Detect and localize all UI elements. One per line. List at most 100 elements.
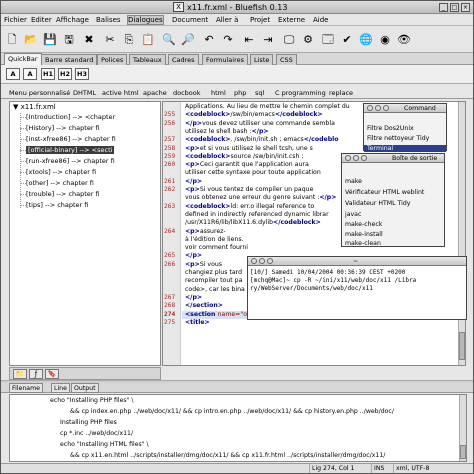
menu-affichage[interactable]: Affichage <box>56 16 89 24</box>
tab-polices[interactable]: Polices <box>97 54 128 65</box>
paste-icon[interactable]: 📋 <box>140 32 156 48</box>
tree-node-inst-xfree86[interactable]: [inst-xfree86] --> chapter fi <box>26 135 116 143</box>
h3-button[interactable]: H3 <box>75 68 89 80</box>
maximize-icon[interactable]: □ <box>450 3 459 12</box>
menu-item-tidy-validator[interactable]: Validateur HTML Tidy <box>345 200 410 207</box>
menu-fichier[interactable]: Fichier <box>4 16 27 24</box>
menu-apache[interactable]: apache <box>143 89 167 97</box>
check-icon[interactable]: ✔ <box>339 32 355 48</box>
tab-css[interactable]: CSS <box>276 54 297 65</box>
eye-icon[interactable]: 👁 <box>396 32 412 48</box>
view-icon[interactable]: 🗔 <box>320 32 336 48</box>
open-file-icon[interactable]: 📂 <box>23 32 39 48</box>
unindent-icon[interactable]: ⇤ <box>241 32 257 48</box>
menu-item-javac[interactable]: javac <box>345 211 361 218</box>
output-box-titlebar[interactable]: Boîte de sortie <box>342 154 444 163</box>
popup-dot-icon[interactable] <box>361 155 367 161</box>
menu-editer[interactable]: Editer <box>31 16 52 24</box>
menu-item-weblint[interactable]: Vérificateur HTML weblint <box>345 189 424 196</box>
menu-dialogues[interactable]: Dialogues <box>127 15 164 25</box>
popup-dot-icon[interactable] <box>353 155 359 161</box>
indent-icon[interactable]: ⇥ <box>260 32 276 48</box>
output-scroll-thumb[interactable] <box>460 445 466 459</box>
menu-personnalise[interactable]: Menu personnalisé <box>9 89 70 97</box>
tree-node-xtools[interactable]: [xtools] --> chapter fi <box>26 168 96 176</box>
cut-icon[interactable]: ✂ <box>102 32 118 48</box>
editor-scroll-thumb[interactable] <box>459 332 465 360</box>
popup-dot-icon[interactable] <box>375 105 381 111</box>
output-scrollbar[interactable] <box>459 395 466 461</box>
browser-icon[interactable]: ◉ <box>377 32 393 48</box>
globe-icon[interactable]: 🌐 <box>358 32 374 48</box>
tree-node-introduction[interactable]: [Introduction] --> <chapter <box>26 113 115 121</box>
undo-icon[interactable]: ↶ <box>201 32 217 48</box>
tree-node-official-binary[interactable]: [official-binary] --> <secti <box>26 146 115 154</box>
functions-tab-icon[interactable]: ƒ <box>29 369 43 379</box>
menu-docbook[interactable]: docbook <box>173 89 201 97</box>
menu-externe[interactable]: Externe <box>278 16 305 24</box>
menu-aller[interactable]: Aller à <box>216 16 238 24</box>
tab-liste[interactable]: Liste <box>250 54 274 65</box>
menu-html[interactable]: html <box>211 89 226 97</box>
tab-barre-standard[interactable]: Barre standard <box>41 54 98 65</box>
preview-icon[interactable]: 🖵 <box>281 32 297 48</box>
column-line[interactable]: Line <box>51 383 70 393</box>
tree-root[interactable]: ▼ x11.fr.xml <box>13 103 56 111</box>
bookmarks-tab-icon[interactable]: 🔖 <box>45 369 59 379</box>
tab-cadres[interactable]: Cadres <box>168 54 199 65</box>
font-size-down-button[interactable]: A <box>6 68 20 80</box>
column-filename[interactable]: Filename <box>9 383 43 393</box>
font-size-up-button[interactable]: A <box>23 68 37 80</box>
popup-dot-icon[interactable] <box>345 155 351 161</box>
menu-c-programming[interactable]: C programming <box>275 89 326 97</box>
menu-item-make[interactable]: make <box>345 178 362 185</box>
replace-icon[interactable]: 🔎 <box>180 32 196 48</box>
popup-dot-icon[interactable] <box>367 105 373 111</box>
menu-dhtml[interactable]: DHTML <box>73 89 96 97</box>
terminal-titlebar[interactable]: ~ <box>248 257 466 266</box>
tree-node-tips[interactable]: [tips] --> chapter fi <box>26 201 88 209</box>
title-bar[interactable]: X x11.fr.xml - Bluefish 0.13 _ □ × <box>1 1 473 14</box>
menu-balises[interactable]: Balises <box>96 16 121 24</box>
terminal-window[interactable]: ~ [10/] Samedi 10/04/2004 00:36:39 CEST … <box>247 256 467 320</box>
tree-node-other[interactable]: [other] --> chapter fi <box>26 179 94 187</box>
minimize-icon[interactable]: _ <box>439 3 448 12</box>
close-file-icon[interactable]: ✖ <box>81 32 97 48</box>
tab-tableaux[interactable]: Tableaux <box>129 54 166 65</box>
menu-php[interactable]: php <box>234 89 246 97</box>
menu-active-html[interactable]: active html <box>102 89 139 97</box>
tab-formulaires[interactable]: Formulaires <box>202 54 249 65</box>
editor-scrollbar[interactable] <box>458 102 465 365</box>
menu-projet[interactable]: Projet <box>250 16 270 24</box>
h2-button[interactable]: H2 <box>58 68 72 80</box>
menu-item-dos2unix[interactable]: Filtre Dos2Unix <box>367 125 414 132</box>
redo-icon[interactable]: ↷ <box>220 32 236 48</box>
find-icon[interactable]: 🔍 <box>161 32 177 48</box>
tree-node-trouble[interactable]: [trouble] --> chapter fi <box>26 190 100 198</box>
menu-item-terminal[interactable]: Terminal <box>364 145 446 152</box>
popup-dot-icon[interactable] <box>383 105 389 111</box>
tree-node-run-xfree86[interactable]: [run-xfree86] --> chapter fi <box>26 157 115 165</box>
menu-item-make-clean[interactable]: make-clean <box>345 240 381 247</box>
popup-dot-icon[interactable] <box>267 258 273 264</box>
menu-item-make-install[interactable]: make-install <box>345 231 383 238</box>
menu-aide[interactable]: Aide <box>313 16 328 24</box>
popup-dot-icon[interactable] <box>251 258 257 264</box>
close-icon[interactable]: × <box>461 3 470 12</box>
menu-sql[interactable]: sql <box>255 89 264 97</box>
menu-item-make-check[interactable]: make-check <box>345 221 382 228</box>
save-icon[interactable]: 💾 <box>42 32 58 48</box>
filebrowser-tab-icon[interactable]: 📁 <box>13 369 27 379</box>
settings-icon[interactable]: ⚙ <box>300 32 316 48</box>
command-popup-titlebar[interactable]: Command <box>364 104 446 113</box>
column-output[interactable]: Output <box>71 383 99 393</box>
new-file-icon[interactable]: 🗋 <box>4 32 20 48</box>
copy-icon[interactable]: ⎘ <box>121 32 137 48</box>
save-as-icon[interactable]: 🖫 <box>61 32 77 48</box>
menu-replace[interactable]: replace <box>329 89 353 97</box>
h1-button[interactable]: H1 <box>41 68 55 80</box>
menu-item-tidy-cleaner[interactable]: Filtre nettoyeur Tidy <box>367 135 429 142</box>
popup-dot-icon[interactable] <box>259 258 265 264</box>
tree-node-history[interactable]: [History] --> chapter fi <box>26 124 100 132</box>
menu-document[interactable]: Document <box>172 16 208 24</box>
